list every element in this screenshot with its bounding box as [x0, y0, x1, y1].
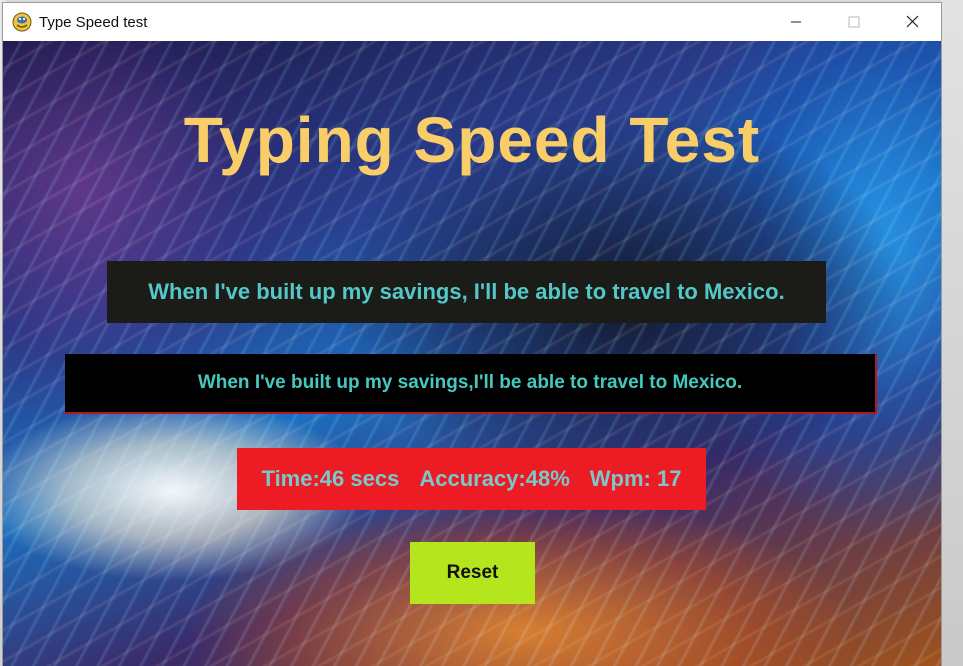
- app-window: Type Speed test Typing Speed Test When I…: [3, 3, 941, 666]
- desktop-background-right: [941, 0, 963, 666]
- minimize-icon: [790, 12, 802, 33]
- window-controls: [767, 3, 941, 41]
- app-canvas: Typing Speed Test When I've built up my …: [3, 41, 941, 666]
- target-sentence: When I've built up my savings, I'll be a…: [107, 261, 826, 323]
- typing-input[interactable]: When I've built up my savings,I'll be ab…: [65, 354, 877, 414]
- time-result: Time:46 secs: [261, 466, 400, 491]
- window-title: Type Speed test: [39, 13, 148, 31]
- close-button[interactable]: [883, 3, 941, 41]
- minimize-button[interactable]: [767, 3, 825, 41]
- maximize-icon: [848, 12, 860, 33]
- results-bar: Time:46 secs Accuracy:48% Wpm: 17: [237, 448, 706, 510]
- page-title: Typing Speed Test: [183, 104, 761, 176]
- accuracy-result: Accuracy:48%: [419, 466, 570, 491]
- maximize-button[interactable]: [825, 3, 883, 41]
- close-icon: [906, 12, 919, 33]
- wpm-result: Wpm: 17: [589, 466, 682, 491]
- title-bar[interactable]: Type Speed test: [3, 3, 941, 41]
- reset-button[interactable]: Reset: [410, 542, 535, 604]
- python-snake-icon: [12, 12, 32, 32]
